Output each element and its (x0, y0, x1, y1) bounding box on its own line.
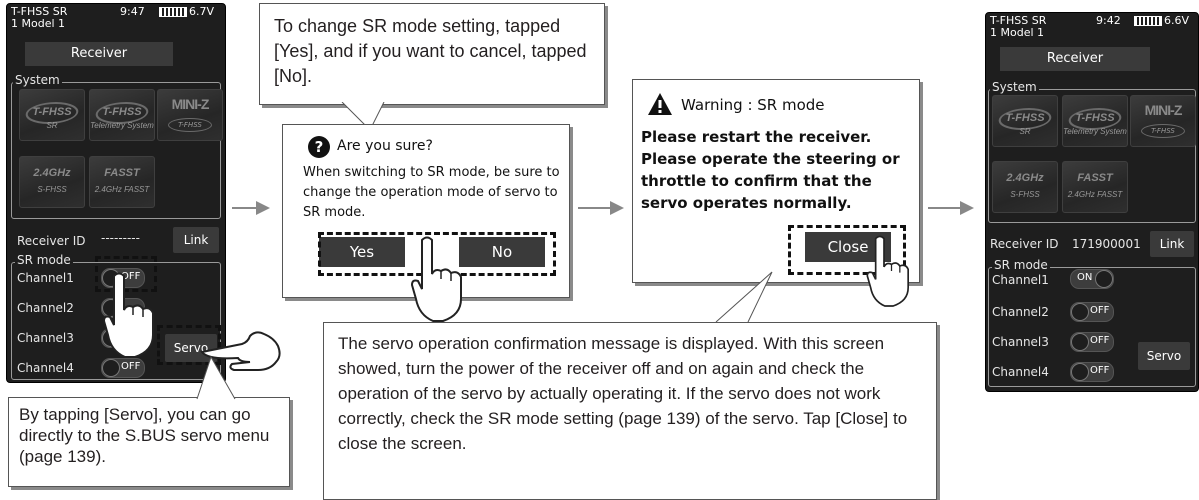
channel2-toggle[interactable]: OFF (1070, 302, 1114, 322)
battery-icon (1134, 16, 1162, 26)
model-name: 1 Model 1 (11, 17, 66, 30)
channel3-toggle[interactable]: OFF (1070, 332, 1114, 352)
servo-callout-text: By tapping [Servo], you can go directly … (19, 405, 270, 466)
channel1-label: Channel1 (992, 273, 1049, 287)
transmitter-screen-after: T-FHSS SR 9:42 6.6V 1 Model 1 Receiver S… (985, 12, 1199, 392)
servo-callout: By tapping [Servo], you can go directly … (8, 397, 290, 487)
hand-pointer-icon (866, 235, 909, 307)
sr-mode-label: SR mode (992, 258, 1050, 272)
sr-mode-label: SR mode (15, 253, 73, 267)
arrow-head-icon (610, 201, 624, 215)
channel3-label: Channel3 (17, 331, 74, 345)
dialog-message: When switching to SR mode, be sure to ch… (303, 165, 560, 220)
servo-button[interactable]: Servo (1138, 342, 1190, 370)
servo-confirm-callout: The servo operation confirmation message… (323, 322, 937, 500)
channel4-label: Channel4 (992, 365, 1049, 379)
channel2-label: Channel2 (17, 301, 74, 315)
channel4-toggle[interactable]: OFF (1070, 362, 1114, 382)
battery-icon (159, 7, 187, 17)
arrow-icon (232, 207, 258, 209)
question-icon: ? (308, 136, 330, 158)
arrow-head-icon (960, 201, 974, 215)
channel1-label: Channel1 (17, 271, 74, 285)
channel3-label: Channel3 (992, 335, 1049, 349)
confirm-callout-text: To change SR mode setting, tapped [Yes],… (274, 16, 587, 86)
confirm-callout: To change SR mode setting, tapped [Yes],… (259, 3, 605, 105)
voltage: 6.6V (1164, 14, 1190, 27)
system-tfhss-sr[interactable]: T-FHSS SR (19, 89, 85, 141)
system-tfhss-sr[interactable]: T-FHSS SR (992, 95, 1058, 147)
link-button[interactable]: Link (173, 227, 219, 253)
dialog-title: Are you sure? (337, 138, 433, 154)
system-fasst[interactable]: FASST 2.4GHz FASST (89, 156, 155, 208)
callout-pointer (196, 355, 236, 400)
clock: 9:42 (1096, 14, 1121, 27)
model-name: 1 Model 1 (990, 26, 1045, 39)
clock: 9:47 (120, 5, 145, 18)
system-miniz[interactable]: MINI-Z T-FHSS (1130, 95, 1196, 147)
system-s-fhss[interactable]: 2.4GHz S-FHSS (992, 161, 1058, 213)
callout-pointer (715, 271, 773, 323)
arrow-icon (928, 207, 962, 209)
tab-receiver[interactable]: Receiver (25, 42, 173, 66)
hand-pointer-icon (410, 236, 462, 322)
channel2-label: Channel2 (992, 305, 1049, 319)
link-button[interactable]: Link (1150, 231, 1194, 257)
system-label: System (13, 73, 62, 87)
receiver-id-label: Receiver ID (990, 237, 1059, 251)
system-label: System (990, 80, 1039, 94)
channel4-toggle[interactable]: OFF (101, 358, 145, 378)
receiver-id-label: Receiver ID (17, 234, 86, 248)
receiver-id-value: 171900001 (1072, 237, 1141, 251)
system-fasst[interactable]: FASST 2.4GHz FASST (1062, 161, 1128, 213)
channel1-toggle[interactable]: ON (1070, 269, 1114, 289)
hand-pointer-icon (102, 272, 154, 358)
arrow-head-icon (256, 201, 270, 215)
system-s-fhss[interactable]: 2.4GHz S-FHSS (19, 156, 85, 208)
system-miniz[interactable]: MINI-Z T-FHSS (157, 89, 223, 141)
svg-text:?: ? (315, 138, 324, 156)
system-tfhss[interactable]: T-FHSS Telemetry System (1062, 95, 1128, 147)
receiver-id-value: --------- (101, 231, 140, 245)
dialog-title: Warning : SR mode (681, 96, 825, 114)
dialog-message: Please restart the receiver. Please oper… (641, 128, 900, 212)
voltage: 6.7V (189, 5, 215, 18)
system-tfhss[interactable]: T-FHSS Telemetry System (89, 89, 155, 141)
channel4-label: Channel4 (17, 361, 74, 375)
servo-confirm-callout-text: The servo operation confirmation message… (338, 334, 908, 453)
warning-icon (648, 93, 672, 115)
tab-receiver[interactable]: Receiver (1000, 47, 1150, 71)
arrow-icon (578, 207, 612, 209)
